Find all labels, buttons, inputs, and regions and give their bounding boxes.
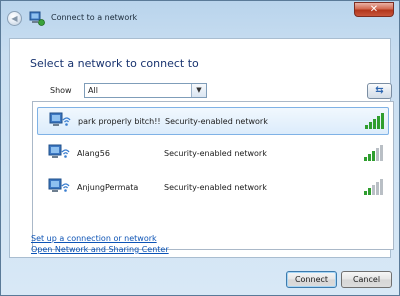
refresh-icon: ⇆ [375,85,384,96]
wireless-network-icon [49,112,71,126]
signal-bar [376,182,379,195]
setup-connection-link[interactable]: Set up a connection or network [31,234,169,244]
back-button[interactable]: ◀ [7,11,22,26]
signal-bar [381,113,384,129]
network-row[interactable]: Alang56 Security-enabled network [37,140,389,168]
refresh-button[interactable]: ⇆ [367,83,392,99]
signal-strength-icon [364,145,383,161]
wireless-network-icon [48,178,70,192]
signal-strength-icon [364,179,383,195]
network-row[interactable]: park properly bitch!! Security-enabled n… [37,107,389,135]
show-filter-value: All [88,86,98,95]
content-panel: Select a network to connect to Show All … [9,38,394,258]
signal-bar [372,151,375,161]
footer-links: Set up a connection or network Open Netw… [31,234,169,256]
signal-bar [380,179,383,195]
title-bar: ◀ Connect to a network ✕ [1,1,399,37]
signal-bar [377,116,380,129]
signal-bar [376,148,379,161]
signal-bar [364,157,367,161]
signal-bar [368,154,371,161]
signal-bar [372,185,375,195]
network-icon [29,11,45,26]
network-row[interactable]: AnjungPermata Security-enabled network [37,174,389,202]
window-title: Connect to a network [51,13,138,22]
network-security: Security-enabled network [164,183,267,192]
page-heading: Select a network to connect to [30,57,199,70]
signal-bar [380,145,383,161]
network-name: Alang56 [77,149,110,158]
network-name: AnjungPermata [77,183,139,192]
signal-bar [369,122,372,129]
dropdown-arrow-icon[interactable]: ▼ [191,84,206,97]
network-security: Security-enabled network [164,149,267,158]
sharing-center-link[interactable]: Open Network and Sharing Center [31,245,169,255]
close-button[interactable]: ✕ [354,2,394,17]
network-list: park properly bitch!! Security-enabled n… [32,101,394,250]
wireless-network-icon [48,144,70,158]
connect-button[interactable]: Connect [286,271,337,288]
signal-bar [368,188,371,195]
connect-to-network-window: ◀ Connect to a network ✕ Select a networ… [0,0,400,296]
cancel-button[interactable]: Cancel [341,271,392,288]
signal-bar [364,191,367,195]
show-filter-dropdown[interactable]: All ▼ [84,83,207,98]
signal-strength-icon [365,113,384,129]
network-name: park properly bitch!! [78,117,161,126]
network-security: Security-enabled network [165,117,268,126]
show-label: Show [50,86,72,95]
back-arrow-icon: ◀ [11,13,18,23]
signal-bar [373,119,376,129]
signal-bar [365,125,368,129]
